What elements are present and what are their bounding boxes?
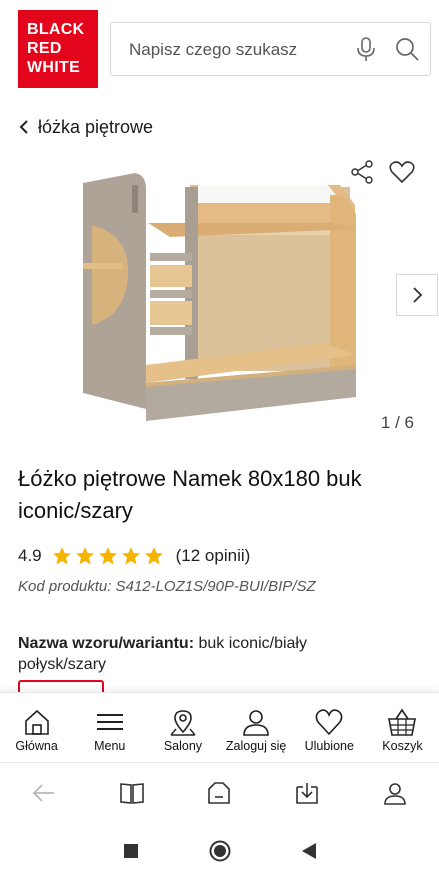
product-code: Kod produktu: S412-LOZ1S/90P-BUI/BIP/SZ bbox=[18, 578, 316, 595]
rating-row[interactable]: 4.9 (12 opinii) bbox=[18, 543, 250, 569]
variant-info: Nazwa wzoru/wariantu: buk iconic/biały p… bbox=[18, 633, 348, 675]
bottom-nav: Główna Menu Salony Zaloguj się Ulubione bbox=[0, 692, 439, 762]
rating-stars bbox=[52, 546, 164, 566]
star-icon bbox=[144, 547, 163, 565]
nav-item-cart[interactable]: Koszyk bbox=[366, 693, 439, 762]
home-icon bbox=[24, 709, 49, 735]
header: BLACK RED WHITE Napisz czego szukasz bbox=[0, 0, 439, 100]
chevron-right-icon bbox=[413, 287, 423, 303]
reviews-count[interactable]: (12 opinii) bbox=[176, 546, 251, 566]
breadcrumb[interactable]: łóżka piętrowe bbox=[18, 115, 153, 139]
nav-label-login: Zaloguj się bbox=[225, 739, 287, 753]
basket-icon bbox=[388, 708, 417, 736]
gallery-counter: 1 / 6 bbox=[380, 413, 414, 432]
logo-line-2: RED bbox=[27, 40, 62, 57]
star-icon bbox=[98, 547, 117, 565]
home-tab-icon[interactable] bbox=[206, 780, 232, 806]
star-icon bbox=[75, 547, 94, 565]
microphone-icon[interactable] bbox=[355, 37, 377, 63]
nav-label-home: Główna bbox=[15, 739, 58, 753]
chevron-left-icon bbox=[19, 120, 28, 134]
share-icon[interactable] bbox=[350, 160, 374, 184]
recents-square-icon[interactable] bbox=[123, 843, 139, 859]
product-image[interactable] bbox=[80, 165, 360, 425]
search-input[interactable]: Napisz czego szukasz bbox=[110, 22, 431, 76]
star-icon bbox=[52, 547, 71, 565]
search-placeholder: Napisz czego szukasz bbox=[129, 40, 298, 59]
search-icon[interactable] bbox=[395, 37, 419, 61]
breadcrumb-label: łóżka piętrowe bbox=[38, 116, 154, 137]
gallery-next-button[interactable] bbox=[396, 274, 438, 316]
nav-item-favorites[interactable]: Ulubione bbox=[293, 693, 366, 762]
rating-value: 4.9 bbox=[18, 546, 42, 565]
map-pin-icon bbox=[170, 710, 196, 736]
nav-item-menu[interactable]: Menu bbox=[73, 693, 146, 762]
nav-item-login[interactable]: Zaloguj się bbox=[220, 693, 293, 762]
star-icon bbox=[121, 547, 140, 565]
nav-item-stores[interactable]: Salony bbox=[146, 693, 219, 762]
favorite-heart-icon[interactable] bbox=[389, 160, 415, 184]
back-arrow-icon[interactable] bbox=[31, 780, 57, 806]
nav-label-favorites: Ulubione bbox=[304, 739, 354, 753]
brand-logo[interactable]: BLACK RED WHITE bbox=[18, 10, 98, 88]
heart-icon bbox=[315, 709, 343, 736]
downloads-icon[interactable] bbox=[294, 780, 320, 806]
nav-item-home[interactable]: Główna bbox=[0, 693, 73, 762]
bookmarks-book-icon[interactable] bbox=[119, 780, 145, 806]
back-triangle-icon[interactable] bbox=[301, 842, 317, 860]
logo-line-1: BLACK bbox=[27, 21, 85, 38]
user-icon bbox=[243, 710, 269, 736]
profile-icon[interactable] bbox=[382, 780, 408, 806]
home-circle-icon[interactable] bbox=[209, 840, 231, 862]
product-title: Łóżko piętrowe Namek 80x180 buk iconic/s… bbox=[18, 466, 362, 523]
nav-label-menu: Menu bbox=[94, 739, 126, 753]
system-nav-bar bbox=[0, 822, 439, 880]
variant-label: Nazwa wzoru/wariantu: bbox=[18, 635, 195, 652]
nav-label-cart: Koszyk bbox=[382, 739, 423, 753]
nav-label-stores: Salony bbox=[163, 739, 203, 753]
product-gallery[interactable]: 1 / 6 bbox=[0, 150, 439, 440]
logo-line-3: WHITE bbox=[27, 59, 81, 76]
browser-toolbar bbox=[0, 762, 439, 822]
menu-icon bbox=[96, 714, 123, 730]
